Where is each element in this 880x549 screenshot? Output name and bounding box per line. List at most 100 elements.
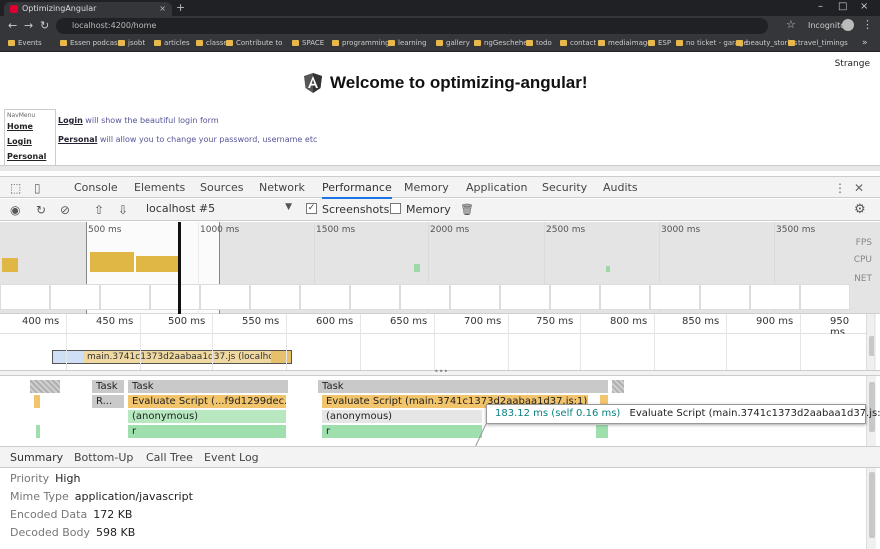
bookmark-item[interactable]: mediaimage <box>598 39 652 47</box>
flame-function-call[interactable]: r <box>128 425 286 438</box>
details-tab-call-tree[interactable]: Call Tree <box>146 451 193 464</box>
flame-block[interactable] <box>612 380 624 393</box>
flame-block[interactable] <box>34 395 40 408</box>
back-icon[interactable]: ← <box>8 19 17 32</box>
devtools-tab-network[interactable]: Network <box>259 181 305 194</box>
bookmark-item[interactable]: gallery <box>436 39 470 47</box>
screenshot-thumbnail <box>550 284 600 310</box>
nav-link-personal[interactable]: Personal <box>7 152 53 161</box>
overview-tick-label: 2000 ms <box>430 225 470 235</box>
profile-select[interactable]: localhost #5 ▼ <box>146 202 296 218</box>
tooltip-duration: 183.12 ms (self 0.16 ms) <box>495 408 621 419</box>
bookmark-item[interactable]: SPACE <box>292 39 324 47</box>
address-bar[interactable]: localhost:4200/home <box>56 18 768 34</box>
login-link[interactable]: Login <box>58 116 83 125</box>
screenshot-filmstrip <box>0 284 850 312</box>
bookmarks-more-icon[interactable]: » <box>862 38 868 48</box>
devtools-tab-security[interactable]: Security <box>542 181 587 194</box>
flame-task[interactable]: Task <box>128 380 288 393</box>
reload-icon[interactable]: ↻ <box>40 19 49 32</box>
bookmark-item[interactable]: Essen podcasts <box>60 39 124 47</box>
bookmark-item[interactable]: contact <box>560 39 596 47</box>
devtools-tab-console[interactable]: Console <box>74 181 118 194</box>
bookmark-item[interactable]: Contribute to <box>226 39 282 47</box>
summary-scrollbar-thumb[interactable] <box>869 472 875 538</box>
flame-function-call[interactable]: (anonymous) <box>128 410 286 423</box>
cpu-activity-bar <box>90 252 134 272</box>
flame-task[interactable]: Task <box>92 380 124 393</box>
overview-tick-label: 1000 ms <box>200 225 240 235</box>
new-tab-icon[interactable]: + <box>176 1 185 14</box>
bookmark-item[interactable]: travel_timings <box>788 39 848 47</box>
cpu-activity-bar <box>2 258 18 272</box>
flame-function-call[interactable]: r <box>322 425 482 438</box>
details-tab-event-log[interactable]: Event Log <box>204 451 259 464</box>
incognito-icon[interactable] <box>842 19 854 31</box>
bookmark-item[interactable]: learning <box>388 39 427 47</box>
network-request-bar[interactable]: main.3741c1373d2aabaa1d37.js (localhost) <box>52 350 292 364</box>
clear-icon[interactable]: ⊘ <box>60 203 70 217</box>
tab-close-icon[interactable]: × <box>159 2 166 16</box>
device-toolbar-icon[interactable]: ▯ <box>34 181 41 195</box>
summary-scrollbar[interactable] <box>866 468 876 549</box>
flame-block[interactable] <box>30 380 60 393</box>
page-horizontal-scrollbar[interactable] <box>0 165 880 171</box>
minimize-icon[interactable]: – <box>818 1 823 12</box>
devtools-tab-memory[interactable]: Memory <box>404 181 449 194</box>
screenshots-checkbox[interactable]: ✓ <box>306 203 317 214</box>
bookmark-item[interactable]: ngGeschehe <box>474 39 528 47</box>
bookmark-item[interactable]: todo <box>526 39 552 47</box>
devtools-tab-performance[interactable]: Performance <box>322 181 392 199</box>
devtools-more-icon[interactable]: ⋮ <box>834 181 846 195</box>
timeline-overview[interactable]: FPS CPU NET 500 ms 1000 ms 1500 ms 2000 ms 2… <box>0 222 880 314</box>
flame-block[interactable] <box>36 425 40 438</box>
summary-value: application/javascript <box>74 490 193 503</box>
memory-checkbox[interactable] <box>390 203 401 214</box>
ruler-gridline <box>580 314 581 370</box>
save-profile-icon[interactable]: ⇩ <box>118 203 128 217</box>
devtools-tab-elements[interactable]: Elements <box>134 181 185 194</box>
screenshot-thumbnail <box>700 284 750 310</box>
window-close-icon[interactable]: × <box>860 1 868 12</box>
reload-profile-icon[interactable]: ↻ <box>36 203 46 217</box>
inspect-element-icon[interactable]: ⬚ <box>10 181 21 195</box>
summary-key: Decoded Body <box>10 526 91 539</box>
ruler-tick-label: 750 ms <box>536 316 574 327</box>
overview-tick-label: 2500 ms <box>546 225 586 235</box>
bookmark-item[interactable]: programming <box>332 39 390 47</box>
details-tab-bottom-up[interactable]: Bottom-Up <box>74 451 133 464</box>
load-profile-icon[interactable]: ⇧ <box>94 203 104 217</box>
gear-icon[interactable]: ⚙ <box>854 202 866 217</box>
devtools-tab-sources[interactable]: Sources <box>200 181 244 194</box>
personal-link[interactable]: Personal <box>58 135 97 144</box>
nav-link-login[interactable]: Login <box>7 137 53 146</box>
flame-block[interactable]: R... <box>92 395 124 408</box>
devtools-tab-audits[interactable]: Audits <box>603 181 638 194</box>
forward-icon[interactable]: → <box>24 19 33 32</box>
browser-menu-icon[interactable]: ⋮ <box>862 18 873 31</box>
bookmark-item[interactable]: ESP <box>648 39 671 47</box>
record-icon[interactable]: ◉ <box>10 203 20 217</box>
ruler-gridline <box>212 314 213 370</box>
summary-row: Decoded Body 598 KB <box>10 526 135 539</box>
bookmark-item[interactable]: jsobt <box>118 39 145 47</box>
bookmark-item[interactable]: Events <box>8 39 42 47</box>
nav-link-home[interactable]: Home <box>7 122 53 131</box>
flame-tooltip: 183.12 ms (self 0.16 ms) Evaluate Script… <box>486 404 880 424</box>
flame-block[interactable] <box>596 425 608 438</box>
devtools-close-icon[interactable]: ✕ <box>854 181 864 195</box>
overview-tick-label: 3500 ms <box>776 225 816 235</box>
corner-text: Strange <box>834 59 870 69</box>
bookmark-item[interactable]: articles <box>154 39 190 47</box>
maximize-icon[interactable]: □ <box>838 1 847 12</box>
summary-panel: Priority High Mime Type application/javascr… <box>0 468 866 549</box>
flame-evaluate-script[interactable]: Evaluate Script (...f9d1299dec.js:1) <box>128 395 286 408</box>
devtools-tab-application[interactable]: Application <box>466 181 527 194</box>
flame-task[interactable]: Task <box>318 380 608 393</box>
flame-function-call[interactable]: (anonymous) <box>322 410 482 423</box>
browser-toolbar: ← → ↻ localhost:4200/home ☆ Incognito ⋮ <box>0 16 880 36</box>
trash-icon[interactable]: 🗑 <box>460 203 474 216</box>
bookmark-star-icon[interactable]: ☆ <box>786 18 796 31</box>
browser-tab[interactable]: OptimizingAngular × <box>4 2 172 16</box>
timeline-ruler: 400 ms 450 ms 500 ms 550 ms 600 ms 650 ms 700 … <box>0 314 866 338</box>
